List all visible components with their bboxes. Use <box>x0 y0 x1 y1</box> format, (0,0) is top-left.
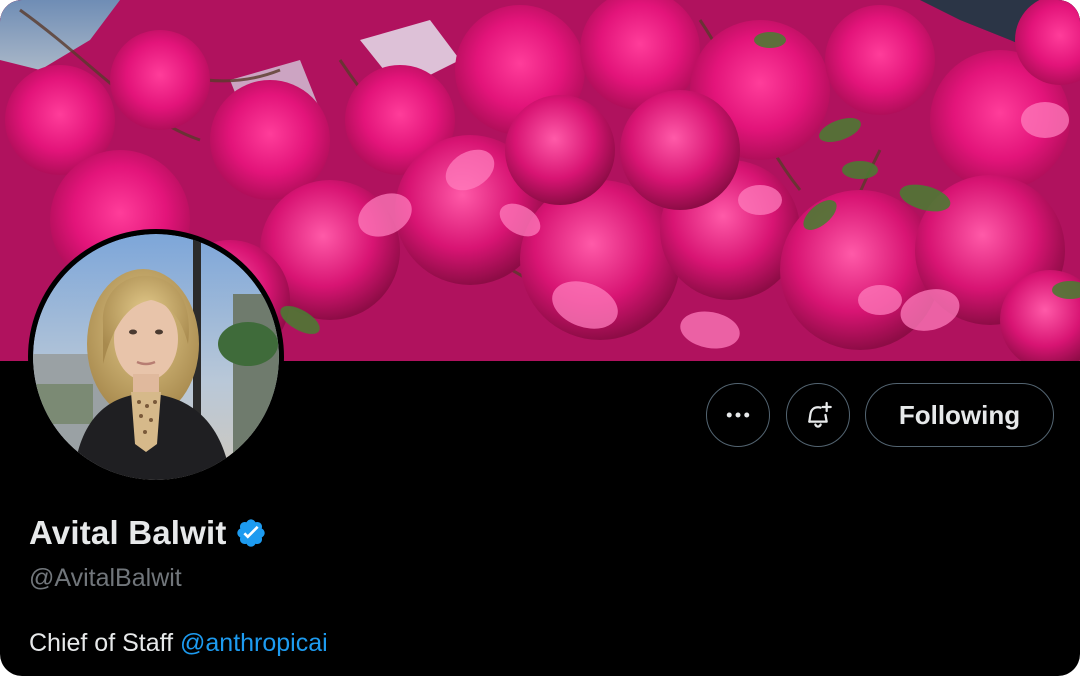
display-name: Avital Balwit <box>29 514 227 551</box>
profile-card: Following Avital Balwit @AvitalBalwit Ch… <box>0 0 1080 676</box>
more-horizontal-icon <box>726 412 750 418</box>
profile-bio: Chief of Staff @anthropicai <box>29 629 328 658</box>
notifications-button[interactable] <box>786 383 850 447</box>
more-options-button[interactable] <box>706 383 770 447</box>
bio-text: Chief of Staff <box>29 629 181 657</box>
bio-mention-link[interactable]: @anthropicai <box>180 629 328 657</box>
name-row: Avital Balwit <box>29 514 267 552</box>
following-button[interactable]: Following <box>865 383 1054 447</box>
avatar[interactable] <box>28 229 284 485</box>
avatar-image <box>33 234 279 480</box>
profile-handle: @AvitalBalwit <box>29 564 182 592</box>
verified-badge-icon[interactable] <box>235 517 267 549</box>
bell-plus-icon <box>808 401 832 428</box>
